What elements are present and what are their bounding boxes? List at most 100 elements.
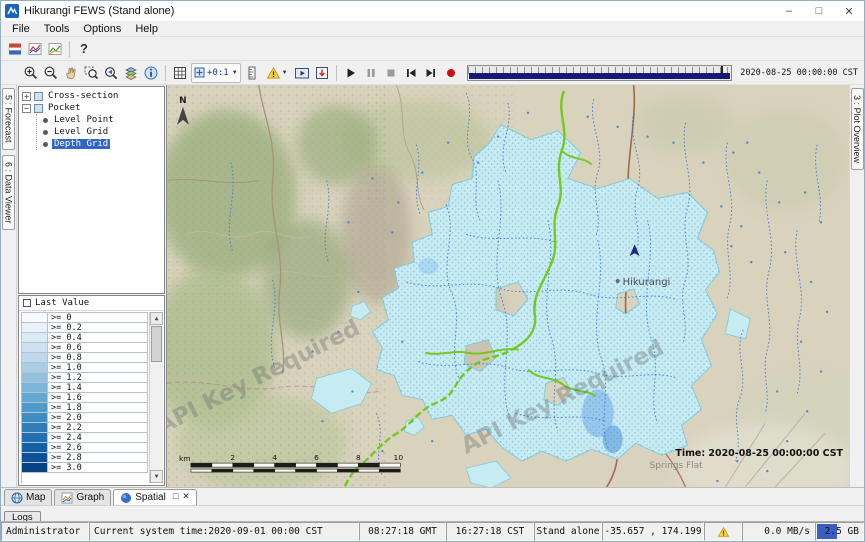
zoom-out-icon[interactable] — [41, 63, 61, 83]
expander-collapsed-icon[interactable]: + — [22, 92, 31, 101]
zoom-in-icon[interactable] — [21, 63, 41, 83]
status-local-time: 16:27:18 CST — [446, 522, 534, 541]
timeline-cursor[interactable] — [721, 66, 723, 74]
timeline-slider[interactable] — [467, 65, 733, 81]
pan-icon[interactable] — [61, 63, 81, 83]
expander-expanded-icon[interactable]: − — [22, 104, 31, 113]
legend-header-label: Last Value — [35, 298, 89, 308]
record-button[interactable] — [441, 63, 461, 83]
logs-bar: Logs — [1, 505, 864, 521]
panel-maximize-icon[interactable]: □ — [173, 492, 178, 501]
tree-row[interactable]: Level Point — [41, 114, 164, 126]
scale-tick-label: 2 — [230, 453, 235, 462]
toolbar-separator — [165, 65, 166, 81]
town-label: Hikurangi — [623, 277, 671, 288]
timestep-label: +0:1 — [207, 68, 229, 78]
maximize-icon[interactable]: □ — [804, 1, 834, 21]
menu-file[interactable]: File — [5, 23, 37, 35]
help-icon[interactable]: ? — [74, 39, 94, 59]
skip-to-start-button[interactable] — [401, 63, 421, 83]
menu-options[interactable]: Options — [76, 23, 128, 35]
dock-tab-plot-overview[interactable]: 3 : Plot Overview — [851, 88, 864, 170]
tree-node-label[interactable]: Depth Grid — [52, 139, 110, 149]
menu-help[interactable]: Help — [128, 23, 165, 35]
legend-color-swatch — [22, 453, 48, 463]
legend-header: Last Value — [19, 296, 164, 311]
legend-threshold-label: >= 1.4 — [48, 383, 148, 393]
dock-tab-data-viewer[interactable]: 6 : Data Viewer — [2, 155, 15, 230]
legend-threshold-label: >= 1.2 — [48, 373, 148, 383]
legend-color-swatch — [22, 393, 48, 403]
explorer-icon[interactable] — [5, 39, 25, 59]
app-icon — [5, 4, 19, 18]
zoom-box-icon[interactable] — [81, 63, 101, 83]
tree-node-label[interactable]: Level Grid — [52, 127, 110, 137]
status-warning-cell[interactable] — [704, 522, 742, 541]
legend-color-swatch — [22, 463, 48, 473]
north-label: N — [179, 96, 187, 106]
map-time-label: Time: 2020-08-25 00:00:00 CST — [675, 448, 843, 459]
tree-node-label[interactable]: Pocket — [46, 103, 83, 113]
minimize-icon[interactable]: – — [774, 1, 804, 21]
right-dock-strip: 3 : Plot Overview — [849, 85, 864, 487]
scroll-down-icon[interactable]: ▼ — [150, 470, 163, 483]
export-animation-icon[interactable] — [312, 63, 332, 83]
status-throughput: 0.0 MB/s — [742, 522, 815, 541]
timestep-dropdown[interactable]: +0:1 ▼ — [191, 63, 241, 83]
tree-node-label[interactable]: Level Point — [52, 115, 116, 125]
dock-tab-forecast[interactable]: 5 : Forecast — [2, 88, 15, 150]
stop-button[interactable] — [381, 63, 401, 83]
last-value-checkbox[interactable] — [23, 299, 31, 307]
legend-row: >= 3.0 — [22, 463, 148, 473]
status-user: Administrator — [1, 522, 89, 541]
grid-display-icon[interactable] — [170, 63, 190, 83]
close-icon[interactable]: ✕ — [834, 1, 864, 21]
legend-threshold-label: >= 2.0 — [48, 413, 148, 423]
zoom-previous-icon[interactable] — [101, 63, 121, 83]
legend-scrollbar[interactable]: ▲ ▼ — [149, 312, 163, 483]
chevron-down-icon: ▼ — [282, 70, 288, 76]
tab-map[interactable]: Map — [4, 489, 52, 505]
spatial-display-icon[interactable] — [45, 39, 65, 59]
folder-icon — [34, 92, 43, 101]
menu-bar: File Tools Options Help — [1, 21, 864, 37]
legend-row: >= 0 — [22, 313, 148, 323]
tree-node-label[interactable]: Cross-section — [46, 91, 120, 101]
tab-spatial[interactable]: Spatial □ ✕ — [113, 489, 197, 505]
scroll-up-icon[interactable]: ▲ — [150, 312, 163, 325]
legend-threshold-label: >= 2.2 — [48, 423, 148, 433]
legend-row: >= 0.2 — [22, 323, 148, 333]
layer-tree[interactable]: + Cross-section − Pocket Level Point — [18, 86, 165, 294]
panel-close-icon[interactable]: ✕ — [182, 492, 190, 501]
timeseries-display-icon[interactable] — [25, 39, 45, 59]
legend-row: >= 0.4 — [22, 333, 148, 343]
tree-row[interactable]: + Cross-section — [22, 90, 164, 102]
play-button[interactable] — [341, 63, 361, 83]
info-icon[interactable] — [141, 63, 161, 83]
status-coordinates: -35.657 , 174.199 — [602, 522, 704, 541]
tree-row[interactable]: − Pocket — [22, 102, 164, 114]
export-movie-icon[interactable] — [292, 63, 312, 83]
legend-color-swatch — [22, 413, 48, 423]
legend-threshold-label: >= 1.0 — [48, 363, 148, 373]
menu-tools[interactable]: Tools — [37, 23, 77, 35]
profile-tool-icon[interactable] — [242, 63, 262, 83]
scrollbar-thumb[interactable] — [151, 326, 162, 362]
pause-button[interactable] — [361, 63, 381, 83]
status-mode: Stand alone — [534, 522, 602, 541]
map-canvas[interactable]: Hikurangi Springs Flat API Key Required … — [167, 85, 849, 487]
legend-color-swatch — [22, 443, 48, 453]
title-bar[interactable]: Hikurangi FEWS (Stand alone) – □ ✕ — [1, 1, 864, 21]
warning-dropdown[interactable]: ▼ — [263, 63, 291, 83]
legend-threshold-label: >= 2.4 — [48, 433, 148, 443]
spatial-map[interactable]: Hikurangi Springs Flat API Key Required … — [167, 85, 849, 487]
tree-children: Level Point Level Grid Depth Grid — [36, 114, 164, 150]
legend-threshold-label: >= 0.8 — [48, 353, 148, 363]
skip-to-end-button[interactable] — [421, 63, 441, 83]
tree-row-selected[interactable]: Depth Grid — [41, 138, 164, 150]
place-label: Springs Flat — [650, 461, 704, 471]
tab-graph[interactable]: Graph — [54, 489, 111, 505]
status-memory: 2.5 GB — [815, 522, 864, 541]
tree-row[interactable]: Level Grid — [41, 126, 164, 138]
layers-icon[interactable] — [121, 63, 141, 83]
